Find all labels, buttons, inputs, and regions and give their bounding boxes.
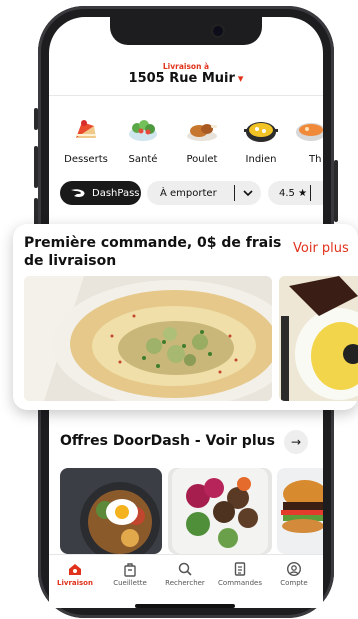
chicken-icon <box>184 112 220 148</box>
hummus-image[interactable] <box>24 276 272 401</box>
voir-plus-link[interactable]: Voir plus <box>293 241 349 256</box>
camera-icon <box>213 26 223 36</box>
tab-commandes[interactable]: Commandes <box>214 561 266 587</box>
category-label: Santé <box>128 154 158 165</box>
thai-icon <box>293 112 323 148</box>
header-divider <box>49 95 323 96</box>
dashpass-label: DashPass <box>92 187 140 199</box>
account-icon <box>286 561 302 577</box>
dashpass-icon <box>71 189 85 197</box>
tab-cueillette[interactable]: Cueillette <box>104 561 156 587</box>
category-thai[interactable]: Th <box>293 112 323 165</box>
category-sante[interactable]: Santé <box>117 112 169 165</box>
tab-label: Compte <box>280 579 308 587</box>
category-label: Desserts <box>64 154 108 165</box>
phone-mute-button <box>34 108 38 130</box>
orders-icon <box>234 562 246 576</box>
tab-label: Commandes <box>218 579 262 587</box>
home-indicator[interactable] <box>135 604 235 608</box>
salad-icon <box>125 112 161 148</box>
category-desserts[interactable]: Desserts <box>60 112 112 165</box>
chevron-down-icon[interactable] <box>243 190 253 196</box>
tab-label: Rechercher <box>165 579 205 587</box>
phone-volume-up-button <box>34 146 38 188</box>
chip-divider <box>310 185 311 201</box>
curry-icon <box>243 112 279 148</box>
tab-livraison[interactable]: Livraison <box>49 561 101 587</box>
tab-label: Cueillette <box>113 579 147 587</box>
promo-title: Première commande, 0$ de frais de livrai… <box>24 235 282 269</box>
pickup-label: À emporter <box>160 187 217 199</box>
offer-image-falafel[interactable] <box>168 468 272 554</box>
tab-compte[interactable]: Compte <box>268 561 320 587</box>
pickup-filter[interactable]: À emporter <box>147 181 261 205</box>
food-image-2[interactable] <box>279 276 358 401</box>
category-poulet[interactable]: Poulet <box>176 112 228 165</box>
bag-icon <box>124 563 136 577</box>
chip-divider <box>234 185 235 201</box>
rating-filter[interactable]: 4.5 ★ <box>268 181 323 205</box>
search-icon <box>178 562 192 576</box>
offers-title[interactable]: Offres DoorDash - Voir plus <box>60 433 275 449</box>
category-label: Th <box>309 154 322 165</box>
phone-notch <box>110 17 262 45</box>
tab-rechercher[interactable]: Rechercher <box>159 561 211 587</box>
tab-label: Livraison <box>57 579 93 587</box>
category-indien[interactable]: Indien <box>235 112 287 165</box>
address-selector[interactable]: 1505 Rue Muir ▾ <box>49 71 323 86</box>
phone-power-button <box>334 160 338 222</box>
rating-label: 4.5 ★ <box>279 187 308 199</box>
home-icon <box>69 564 81 575</box>
offer-image-bibimbap[interactable] <box>60 468 162 554</box>
content-strip <box>49 212 323 224</box>
offer-image-burger[interactable] <box>277 468 323 554</box>
delivery-label: Livraison à <box>162 62 210 71</box>
arrow-right-icon[interactable]: → <box>284 430 308 454</box>
dashpass-filter[interactable]: DashPass <box>60 181 141 205</box>
chevron-down-icon[interactable]: ▾ <box>238 72 244 85</box>
category-label: Poulet <box>186 154 218 165</box>
category-label: Indien <box>245 154 277 165</box>
address-text[interactable]: 1505 Rue Muir <box>129 71 235 86</box>
cake-icon <box>68 112 104 148</box>
